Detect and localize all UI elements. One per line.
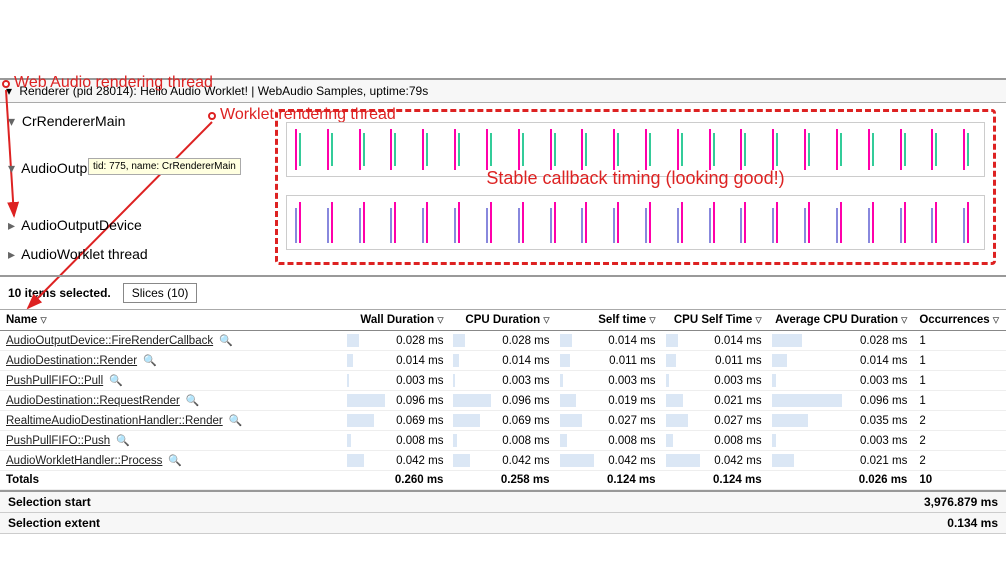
thread-item-audiooutput-2[interactable]: ▸ AudioOutputDevice — [0, 211, 265, 240]
sort-icon: ▽ — [543, 315, 549, 324]
magnifier-icon[interactable]: 🔍 — [116, 434, 130, 447]
selection-summary: Selection start 3,976.879 ms Selection e… — [0, 490, 1006, 534]
timeline-track-2[interactable] — [286, 195, 985, 250]
callout-text: Stable callback timing (looking good!) — [486, 168, 784, 189]
slice-name-link[interactable]: PushPullFIFO::Push — [6, 435, 110, 447]
expand-triangle-icon[interactable]: ▾ — [8, 113, 18, 130]
process-title: Renderer (pid 28014): Hello Audio Workle… — [19, 84, 428, 98]
slice-name-link[interactable]: AudioDestination::Render — [6, 355, 137, 367]
threads-area: ▾ CrRendererMain ▾ AudioOutputDevice tid… — [0, 103, 1006, 277]
sort-icon: ▽ — [437, 315, 443, 324]
slices-table: Name ▽ Wall Duration ▽ CPU Duration ▽ Se… — [0, 310, 1006, 490]
col-occ[interactable]: Occurrences ▽ — [913, 310, 1006, 331]
selection-count: 10 items selected. — [8, 286, 111, 300]
expand-triangle-icon[interactable]: ▾ — [8, 160, 18, 177]
totals-row: Totals 0.260 ms 0.258 ms 0.124 ms 0.124 … — [0, 471, 1006, 490]
expand-triangle-icon[interactable]: ▾ — [6, 84, 16, 98]
thread-item-crrenderermain[interactable]: ▾ CrRendererMain — [0, 107, 265, 136]
thread-tooltip: tid: 775, name: CrRendererMain — [88, 158, 241, 175]
slice-name-link[interactable]: AudioOutputDevice::FireRenderCallback — [6, 335, 213, 347]
slice-name-link[interactable]: AudioDestination::RequestRender — [6, 395, 180, 407]
col-cpu[interactable]: CPU Duration ▽ — [449, 310, 555, 331]
magnifier-icon[interactable]: 🔍 — [168, 454, 182, 467]
table-row[interactable]: PushPullFIFO::Push🔍0.008 ms0.008 ms0.008… — [0, 431, 1006, 451]
thread-list: ▾ CrRendererMain ▾ AudioOutputDevice tid… — [0, 103, 265, 275]
summary-extent: Selection extent 0.134 ms — [0, 513, 1006, 534]
magnifier-icon[interactable]: 🔍 — [186, 394, 200, 407]
table-row[interactable]: RealtimeAudioDestinationHandler::Render 🔍… — [0, 411, 1006, 431]
table-row[interactable]: AudioDestination::Render🔍0.014 ms0.014 m… — [0, 351, 1006, 371]
callout-box: Stable callback timing (looking good!) — [275, 109, 996, 265]
table-row[interactable]: AudioWorkletHandler::Process🔍0.042 ms0.0… — [0, 451, 1006, 471]
collapse-triangle-icon[interactable]: ▸ — [8, 217, 18, 234]
sort-icon: ▽ — [41, 315, 47, 324]
table-row[interactable]: AudioDestination::RequestRender🔍0.096 ms… — [0, 391, 1006, 411]
slice-name-link[interactable]: PushPullFIFO::Pull — [6, 375, 103, 387]
magnifier-icon[interactable]: 🔍 — [143, 354, 157, 367]
table-row[interactable]: PushPullFIFO::Pull🔍0.003 ms0.003 ms0.003… — [0, 371, 1006, 391]
slice-name-link[interactable]: RealtimeAudioDestinationHandler::Render — [6, 415, 223, 427]
col-cpu-self[interactable]: CPU Self Time ▽ — [662, 310, 768, 331]
col-self[interactable]: Self time ▽ — [556, 310, 662, 331]
magnifier-icon[interactable]: 🔍 — [229, 414, 243, 427]
slice-name-link[interactable]: AudioWorkletHandler::Process — [6, 455, 162, 467]
slices-button[interactable]: Slices (10) — [123, 283, 198, 303]
col-name[interactable]: Name ▽ — [0, 310, 343, 331]
sort-icon: ▽ — [901, 315, 907, 324]
sort-icon: ▽ — [649, 315, 655, 324]
thread-item-audiooutput-1[interactable]: ▾ AudioOutputDevice tid: 775, name: CrRe… — [0, 154, 265, 183]
summary-start: Selection start 3,976.879 ms — [0, 492, 1006, 513]
sort-icon: ▽ — [993, 315, 999, 324]
table-row[interactable]: AudioOutputDevice::FireRenderCallback🔍0.… — [0, 331, 1006, 351]
thread-item-audioworklet[interactable]: ▸ AudioWorklet thread — [0, 240, 265, 269]
col-avg[interactable]: Average CPU Duration ▽ — [768, 310, 914, 331]
magnifier-icon[interactable]: 🔍 — [109, 374, 123, 387]
process-header: ▾ Renderer (pid 28014): Hello Audio Work… — [0, 78, 1006, 103]
sort-icon: ▽ — [755, 315, 761, 324]
col-wall[interactable]: Wall Duration ▽ — [343, 310, 449, 331]
track-area: Stable callback timing (looking good!) — [265, 103, 1006, 275]
collapse-triangle-icon[interactable]: ▸ — [8, 246, 18, 263]
selection-bar: 10 items selected. Slices (10) — [0, 277, 1006, 310]
magnifier-icon[interactable]: 🔍 — [219, 334, 233, 347]
